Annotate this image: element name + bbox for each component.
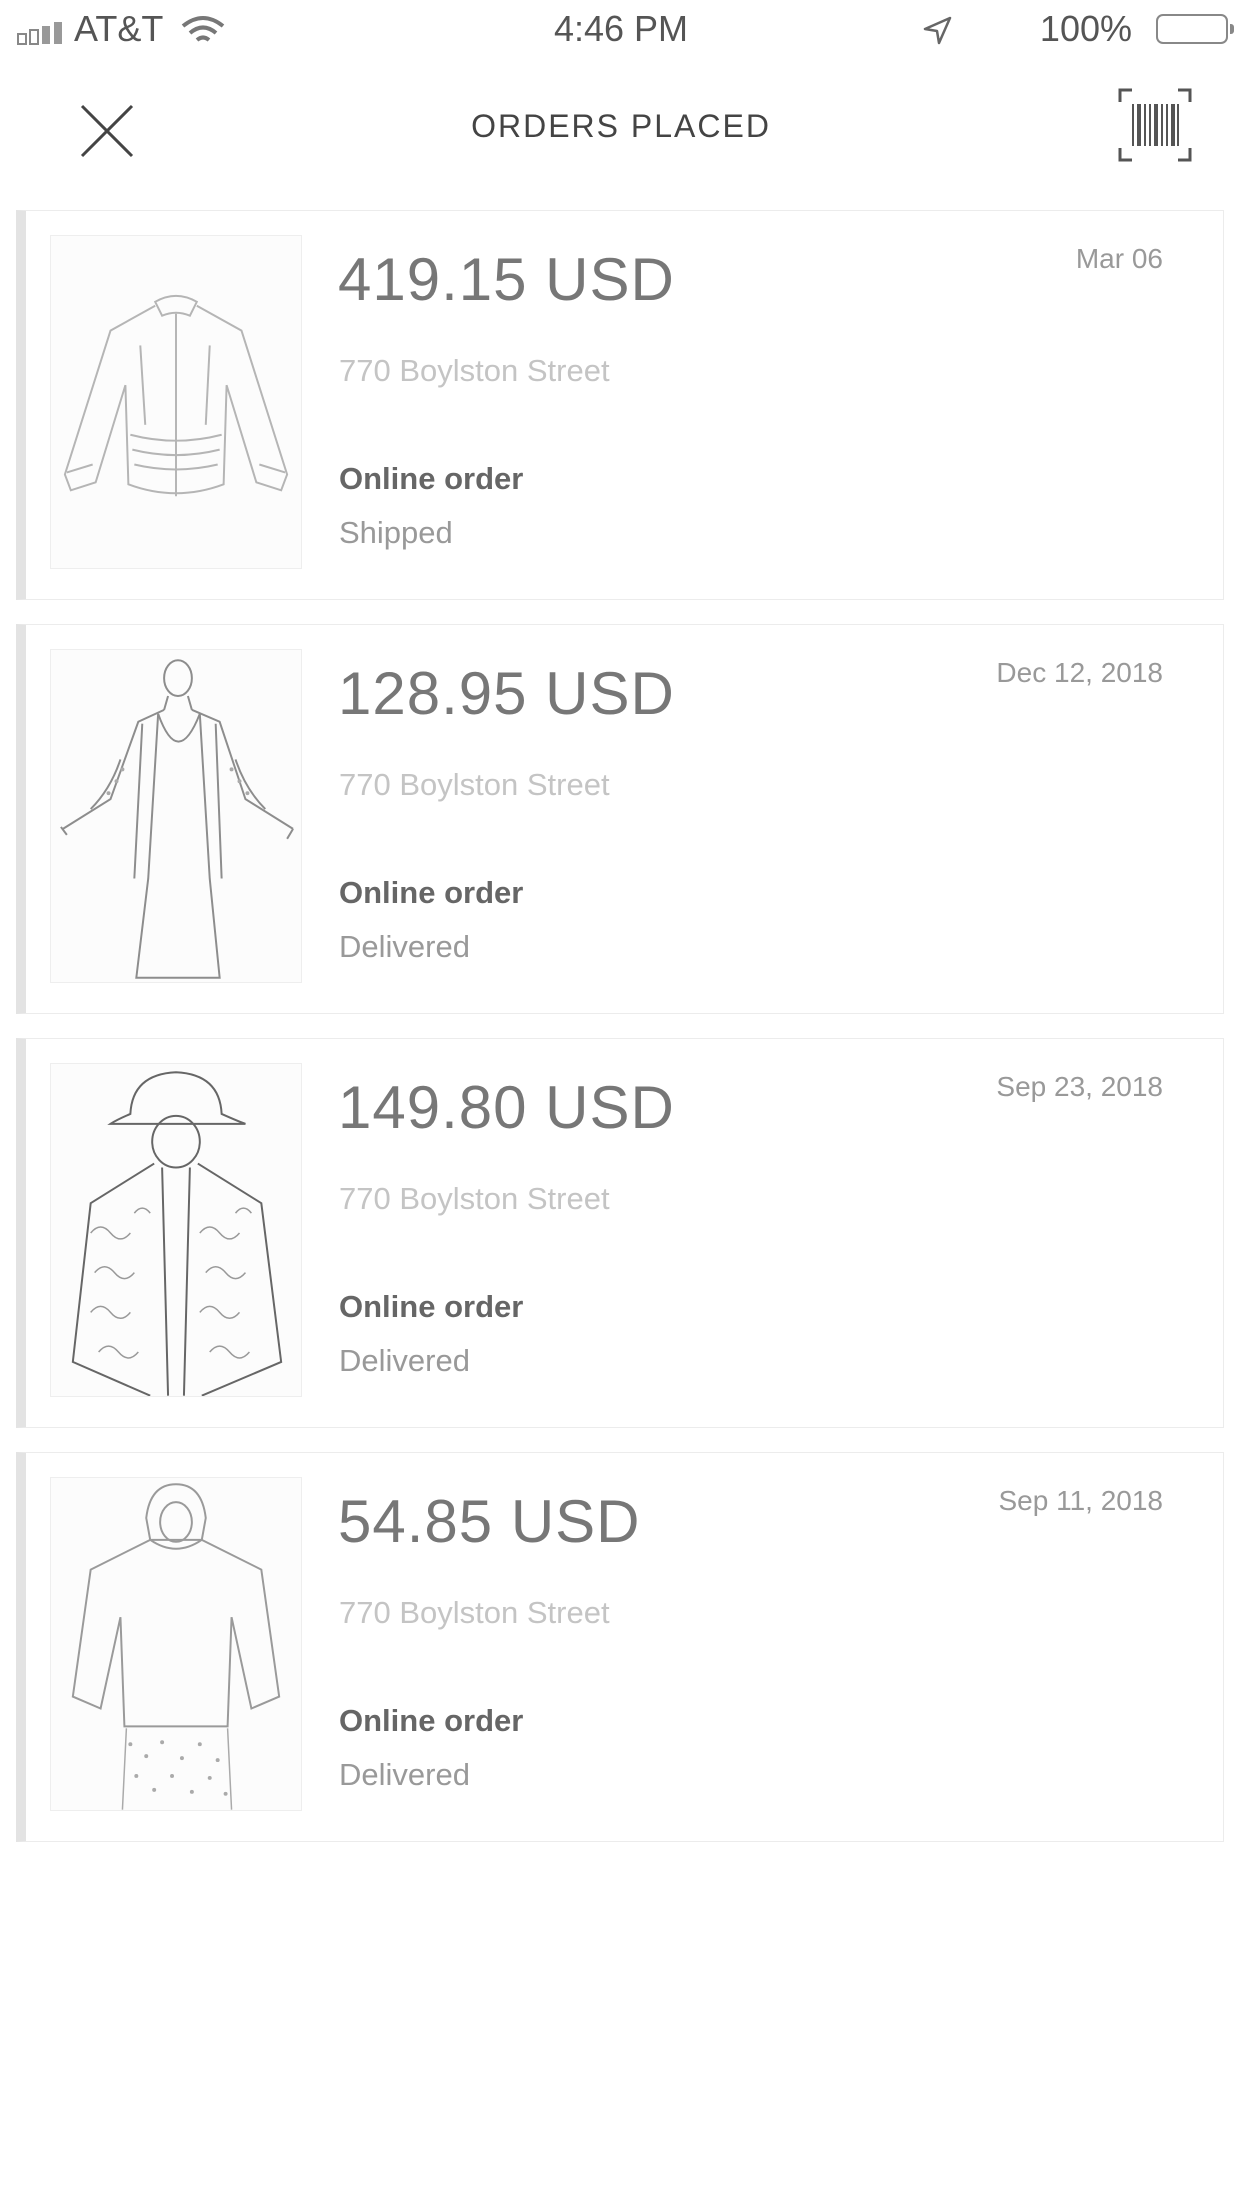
order-date: Mar 06	[1075, 243, 1163, 274]
store-address: 770 Boylston Street	[339, 353, 610, 388]
order-total: 149.80 USD	[338, 1074, 675, 1141]
order-total: 419.15 USD	[338, 246, 675, 313]
status-bar: AT&T 4:46 PM 100%	[0, 0, 1242, 62]
jacket-sketch-image	[63, 294, 289, 497]
order-type: Online order	[339, 875, 524, 910]
order-status: Delivered	[339, 1757, 470, 1792]
battery-icon	[1156, 14, 1234, 44]
store-address: 770 Boylston Street	[339, 767, 610, 802]
barcode-scan-icon[interactable]	[1118, 88, 1192, 162]
order-card[interactable]: 128.95 USD Dec 12, 2018 770 Boylston Str…	[16, 624, 1224, 1014]
location-arrow-icon	[923, 16, 952, 45]
order-date: Dec 12, 2018	[996, 657, 1163, 688]
page-title: ORDERS PLACED	[471, 108, 771, 144]
hoodie-sketch-image	[71, 1483, 281, 1810]
order-status: Delivered	[339, 1343, 470, 1378]
order-card[interactable]: 54.85 USD Sep 11, 2018 770 Boylston Stre…	[16, 1452, 1224, 1842]
order-total: 54.85 USD	[338, 1488, 641, 1555]
order-status: Shipped	[339, 515, 453, 550]
order-card[interactable]: 149.80 USD Sep 23, 2018 770 Boylston Str…	[16, 1038, 1224, 1428]
order-card[interactable]: 419.15 USD Mar 06 770 Boylston Street On…	[16, 210, 1224, 600]
product-thumbnail	[50, 1063, 302, 1397]
product-thumbnail	[50, 235, 302, 569]
store-address: 770 Boylston Street	[339, 1595, 610, 1630]
printed-jacket-sketch-image	[71, 1071, 283, 1396]
product-thumbnail	[50, 1477, 302, 1811]
battery-percentage: 100%	[1039, 8, 1132, 49]
order-total: 128.95 USD	[338, 660, 675, 727]
order-status: Delivered	[339, 929, 470, 964]
nav-header: ORDERS PLACED	[0, 70, 1242, 186]
order-type: Online order	[339, 1703, 524, 1738]
order-type: Online order	[339, 461, 524, 496]
store-address: 770 Boylston Street	[339, 1181, 610, 1216]
order-type: Online order	[339, 1289, 524, 1324]
model-outfit-sketch-image	[60, 659, 294, 979]
product-thumbnail	[50, 649, 302, 983]
order-date: Sep 23, 2018	[996, 1071, 1163, 1102]
order-date: Sep 11, 2018	[998, 1485, 1163, 1516]
